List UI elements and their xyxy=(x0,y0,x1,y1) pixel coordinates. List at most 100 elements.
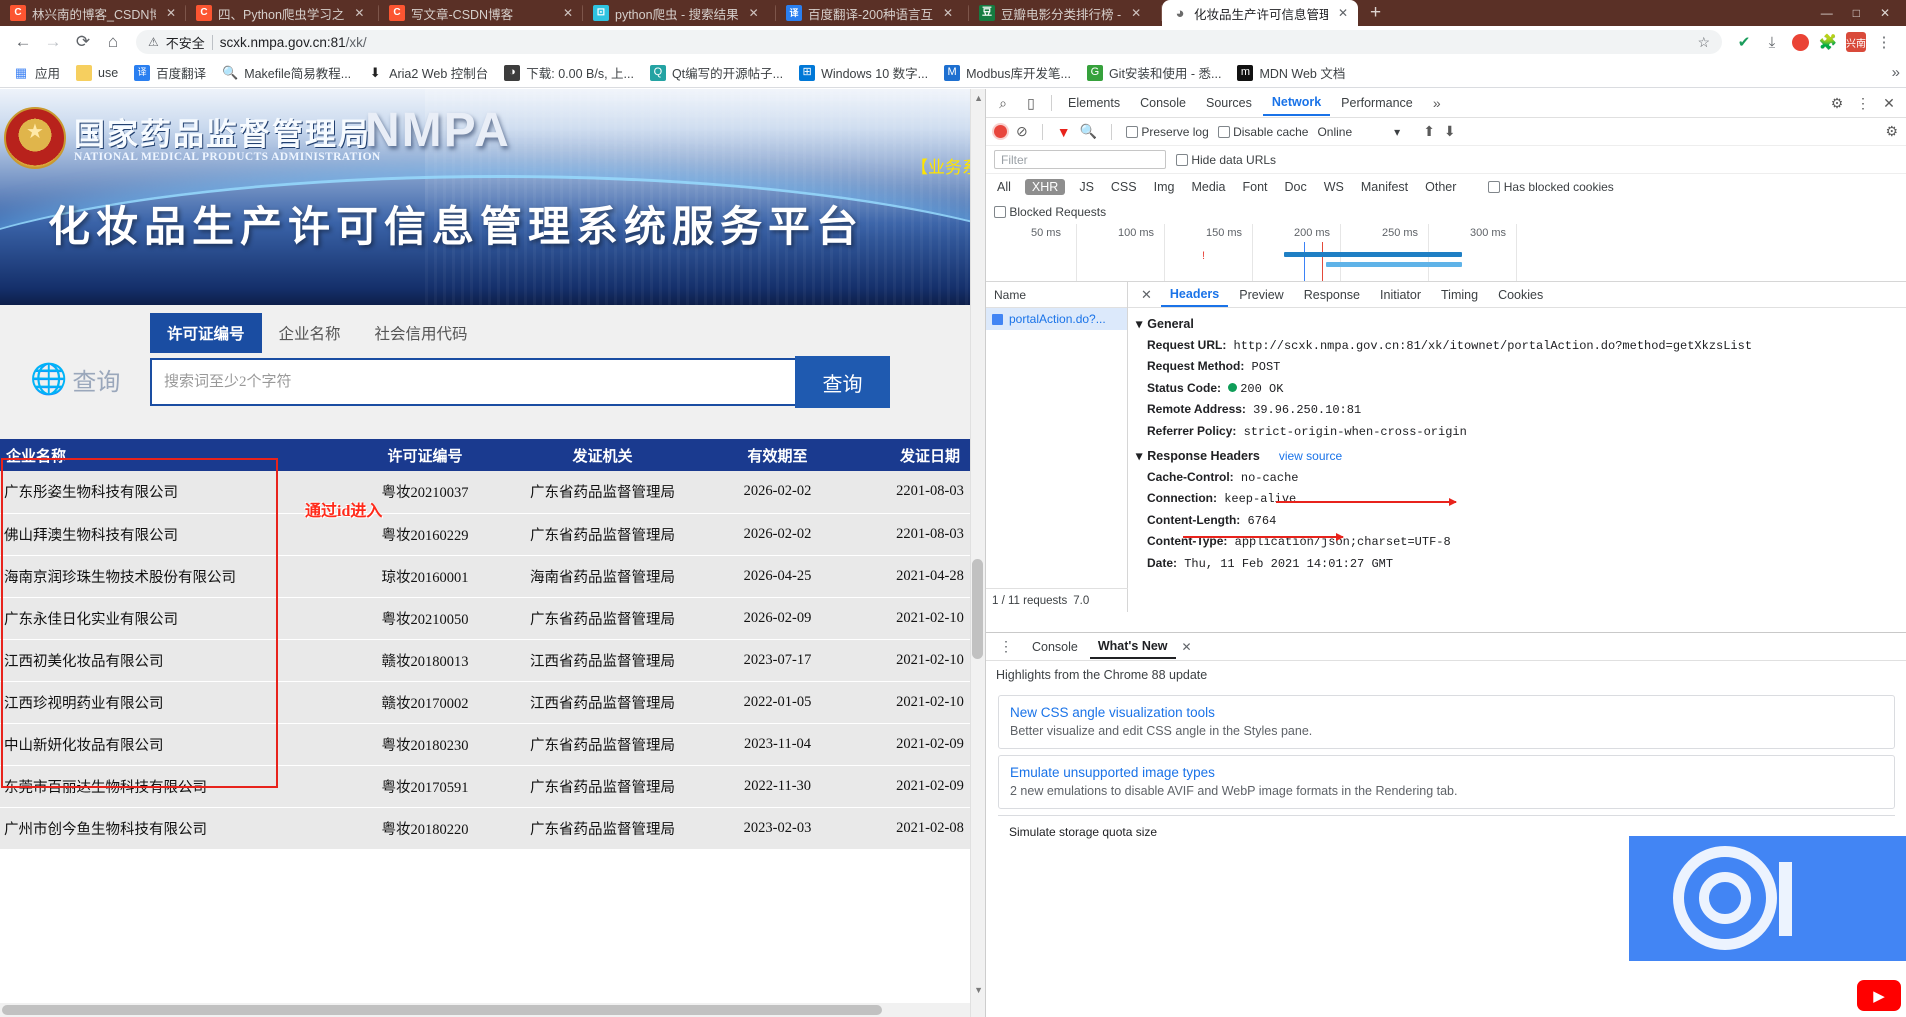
browser-tab[interactable]: C 四、Python爬虫学习之 ✕ xyxy=(186,0,379,26)
bookmark-star-icon[interactable]: ☆ xyxy=(1697,34,1710,51)
filter-doc[interactable]: Doc xyxy=(1282,179,1310,195)
network-timeline-overview[interactable]: 50 ms 100 ms 150 ms 200 ms 250 ms 300 ms… xyxy=(986,224,1906,282)
kebab-icon[interactable]: ⋮ xyxy=(1850,91,1876,115)
checkbox-box[interactable] xyxy=(1217,125,1230,138)
import-har-icon[interactable]: ⬆ xyxy=(1423,123,1435,140)
gear-icon[interactable]: ⚙ xyxy=(1824,91,1850,115)
browser-tab[interactable]: C 林兴南的博客_CSDN博客 ✕ xyxy=(0,0,186,26)
cell-company-name[interactable]: 江西珍视明药业有限公司 xyxy=(0,681,345,724)
bookmark-item[interactable]: 🔍 Makefile简易教程... xyxy=(215,60,358,85)
table-row[interactable]: 海南京润珍珠生物技术股份有限公司 琼妆20160001 海南省药品监督管理局 2… xyxy=(0,555,985,598)
disable-cache-checkbox[interactable]: Disable cache xyxy=(1217,125,1308,139)
detail-tab-response[interactable]: Response xyxy=(1295,284,1369,306)
cell-company-name[interactable]: 广东彤姿生物科技有限公司 xyxy=(0,471,345,514)
filter-media[interactable]: Media xyxy=(1188,179,1228,195)
search-icon[interactable]: 🔍 xyxy=(1080,123,1097,140)
col-valid-until[interactable]: 有效期至 xyxy=(700,439,855,471)
bookmarks-overflow-button[interactable]: » xyxy=(1892,64,1900,81)
bookmark-item[interactable]: Q Qt编写的开源帖子... xyxy=(643,60,790,85)
scroll-up-arrow-icon[interactable]: ▲ xyxy=(974,93,983,103)
tab-close-icon[interactable]: ✕ xyxy=(162,6,180,20)
chevron-down-icon[interactable]: ▾ xyxy=(1136,314,1142,335)
table-row[interactable]: 江西珍视明药业有限公司 赣妆20170002 江西省药品监督管理局 2022-0… xyxy=(0,681,985,724)
detail-tab-cookies[interactable]: Cookies xyxy=(1489,284,1552,306)
table-row[interactable]: 广州市创今鱼生物科技有限公司 粤妆20180220 广东省药品监督管理局 202… xyxy=(0,807,985,850)
throttling-select[interactable]: Online ▾ xyxy=(1317,125,1400,139)
close-icon[interactable]: ✕ xyxy=(1180,640,1192,654)
card-title[interactable]: New CSS angle visualization tools xyxy=(1010,705,1883,720)
header-value[interactable]: http://scxk.nmpa.gov.cn:81/xk/itownet/po… xyxy=(1234,339,1752,353)
business-system-link[interactable]: 【业务系 xyxy=(911,153,979,178)
tab-close-icon[interactable]: ✕ xyxy=(559,6,577,20)
tab-close-icon[interactable]: ✕ xyxy=(939,6,957,20)
filter-img[interactable]: Img xyxy=(1151,179,1178,195)
bookmark-item[interactable]: M Modbus库开发笔... xyxy=(937,60,1078,85)
bookmark-item[interactable]: ⬇ Aria2 Web 控制台 xyxy=(360,60,495,85)
tab-network[interactable]: Network xyxy=(1262,90,1331,116)
drawer-tab-whats-new[interactable]: What's New xyxy=(1089,635,1176,659)
view-source-link[interactable]: view source xyxy=(1279,446,1342,467)
card-title[interactable]: Emulate unsupported image types xyxy=(1010,765,1883,780)
clear-icon[interactable]: ⊘ xyxy=(1016,123,1028,140)
filter-font[interactable]: Font xyxy=(1240,179,1271,195)
bookmark-item[interactable]: 译 百度翻译 xyxy=(127,60,213,85)
col-issuer[interactable]: 发证机关 xyxy=(505,439,700,471)
scroll-down-arrow-icon[interactable]: ▼ xyxy=(974,985,983,995)
tab-close-icon[interactable]: ✕ xyxy=(1334,6,1352,20)
request-row[interactable]: portalAction.do?... xyxy=(986,308,1127,330)
cell-company-name[interactable]: 佛山拜澳生物科技有限公司 xyxy=(0,513,345,556)
search-tab-license-no[interactable]: 许可证编号 xyxy=(150,313,262,353)
play-icon[interactable]: ▶ xyxy=(1857,980,1901,1011)
panels-overflow-icon[interactable]: » xyxy=(1424,91,1450,115)
cell-company-name[interactable]: 海南京润珍珠生物技术股份有限公司 xyxy=(0,555,345,598)
detail-tab-preview[interactable]: Preview xyxy=(1230,284,1292,306)
export-har-icon[interactable]: ⬇ xyxy=(1444,123,1456,140)
col-company-name[interactable]: 企业名称 xyxy=(0,439,345,471)
table-row[interactable]: 广东彤姿生物科技有限公司 粤妆20210037 广东省药品监督管理局 2026-… xyxy=(0,471,985,514)
detail-tab-initiator[interactable]: Initiator xyxy=(1371,284,1430,306)
vertical-scroll-thumb[interactable] xyxy=(972,559,983,659)
maximize-button[interactable]: □ xyxy=(1853,6,1860,20)
browser-tab[interactable]: C 写文章-CSDN博客 ✕ xyxy=(379,0,583,26)
tab-close-icon[interactable]: ✕ xyxy=(745,6,763,20)
tab-sources[interactable]: Sources xyxy=(1197,91,1261,115)
home-icon[interactable]: ⌂ xyxy=(98,27,128,57)
tab-elements[interactable]: Elements xyxy=(1059,91,1129,115)
horizontal-scroll-thumb[interactable] xyxy=(2,1005,882,1015)
filter-manifest[interactable]: Manifest xyxy=(1358,179,1411,195)
record-icon[interactable] xyxy=(1786,28,1814,56)
extensions-icon[interactable]: 🧩 xyxy=(1814,28,1842,56)
chevron-down-icon[interactable]: ▾ xyxy=(1136,446,1142,467)
filter-other[interactable]: Other xyxy=(1422,179,1459,195)
page-horizontal-scrollbar[interactable] xyxy=(0,1003,970,1017)
search-input[interactable] xyxy=(150,358,795,406)
checkbox-box[interactable] xyxy=(1176,153,1188,166)
close-detail-icon[interactable]: ✕ xyxy=(1134,287,1159,303)
bookmark-item[interactable]: use xyxy=(69,62,125,84)
bookmark-item[interactable]: ⊞ Windows 10 数字... xyxy=(792,60,935,85)
table-row[interactable]: 广东永佳日化实业有限公司 粤妆20210050 广东省药品监督管理局 2026-… xyxy=(0,597,985,640)
filter-css[interactable]: CSS xyxy=(1108,179,1140,195)
page-vertical-scrollbar[interactable]: ▲ ▼ xyxy=(970,89,985,1017)
close-window-button[interactable]: ✕ xyxy=(1880,6,1890,20)
tab-close-icon[interactable]: ✕ xyxy=(350,6,368,20)
network-settings-gear-icon[interactable]: ⚙ xyxy=(1885,123,1898,140)
inspect-icon[interactable]: ⌕ xyxy=(990,91,1016,115)
detail-tab-headers[interactable]: Headers xyxy=(1160,283,1229,307)
reload-icon[interactable]: ⟳ xyxy=(68,27,98,57)
cell-company-name[interactable]: 中山新妍化妆品有限公司 xyxy=(0,723,345,766)
has-blocked-cookies-checkbox[interactable]: Has blocked cookies xyxy=(1488,180,1614,194)
filter-xhr[interactable]: XHR xyxy=(1024,179,1066,195)
whats-new-card[interactable]: Emulate unsupported image types 2 new em… xyxy=(998,755,1895,809)
chevron-down-icon[interactable]: ▾ xyxy=(1394,125,1400,139)
blocked-requests-checkbox[interactable]: Blocked Requests xyxy=(994,205,1106,219)
profile-icon[interactable]: 兴南 xyxy=(1842,28,1870,56)
bookmark-item[interactable]: ▦ 应用 xyxy=(6,60,67,85)
browser-tab-active[interactable]: ◕ 化妆品生产许可信息管理 ✕ xyxy=(1162,0,1358,26)
avast-icon[interactable]: ✔ xyxy=(1730,28,1758,56)
general-section-title[interactable]: ▾ General xyxy=(1136,314,1898,335)
tab-console[interactable]: Console xyxy=(1131,91,1195,115)
cell-company-name[interactable]: 东莞市百丽达生物科技有限公司 xyxy=(0,765,345,808)
cell-company-name[interactable]: 江西初美化妆品有限公司 xyxy=(0,639,345,682)
menu-icon[interactable]: ⋮ xyxy=(1870,28,1898,56)
